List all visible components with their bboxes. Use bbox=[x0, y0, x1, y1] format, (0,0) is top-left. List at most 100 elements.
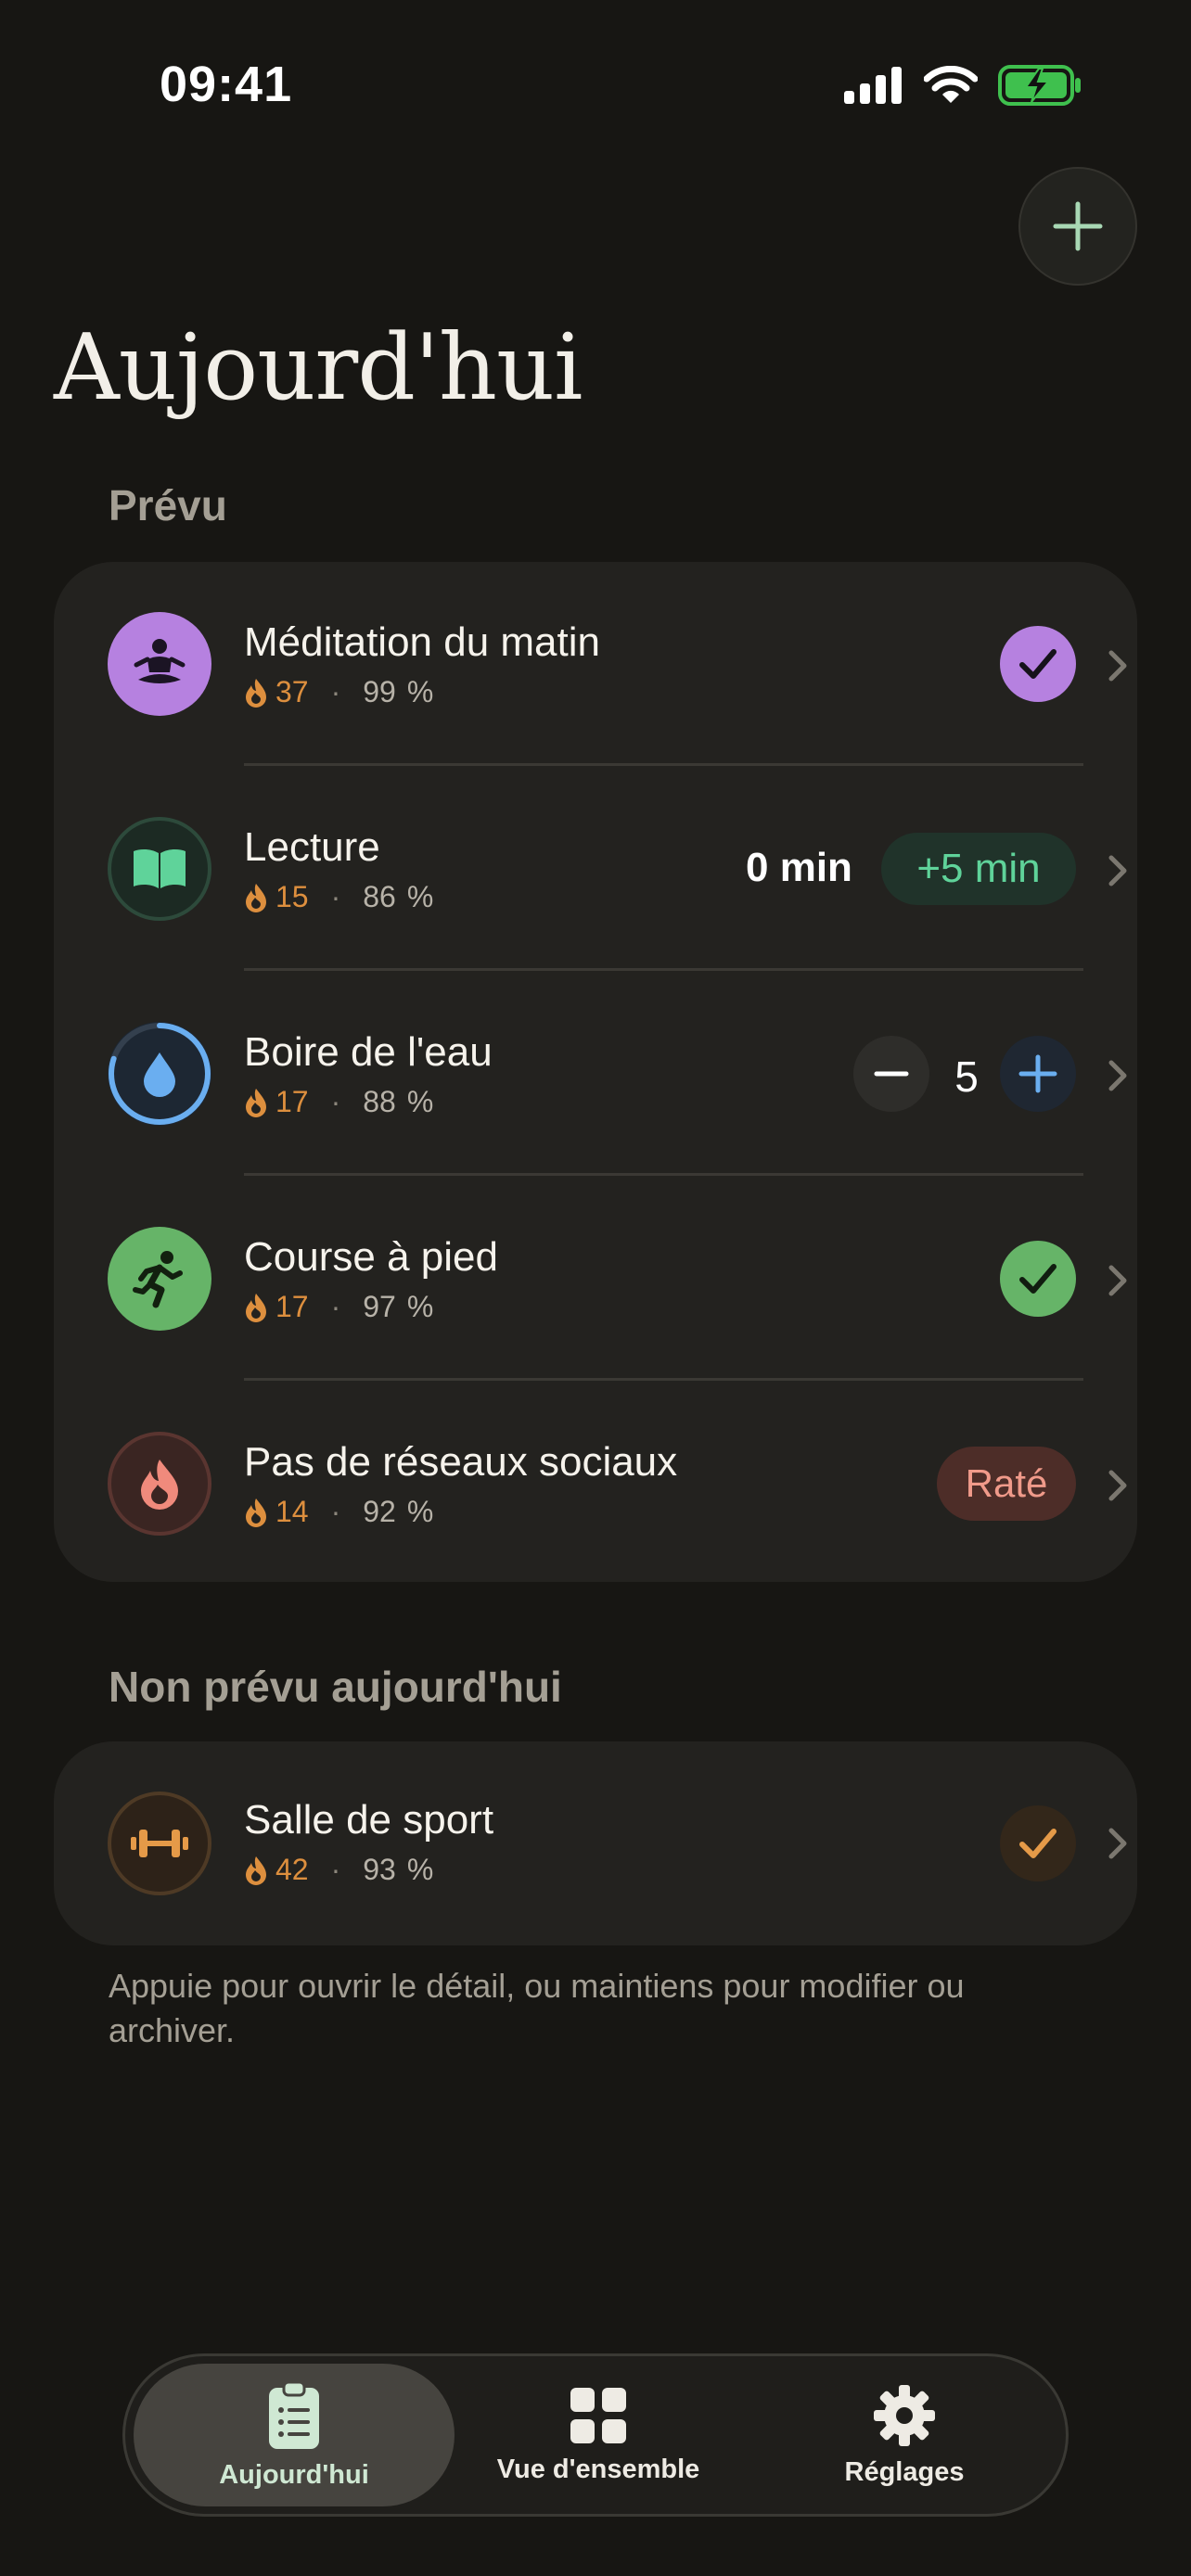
meta-separator: · bbox=[330, 675, 341, 708]
habit-name: Méditation du matin bbox=[244, 619, 600, 665]
habit-name: Pas de réseaux sociaux bbox=[244, 1439, 678, 1485]
success-rate: 88 bbox=[363, 1085, 396, 1118]
flame-small-icon bbox=[246, 1088, 266, 1117]
flame-icon bbox=[108, 1432, 211, 1536]
streak-count: 14 bbox=[275, 1495, 309, 1528]
streak-count: 17 bbox=[275, 1290, 309, 1323]
habit-name: Boire de l'eau bbox=[244, 1029, 493, 1075]
rate-unit: % bbox=[406, 1290, 434, 1323]
page-title: Aujourd'hui bbox=[54, 315, 583, 421]
chevron-right-icon bbox=[1108, 855, 1127, 886]
habit-meta: 14 · 92 % bbox=[244, 1495, 433, 1529]
streak-count: 37 bbox=[275, 675, 309, 708]
rate-unit: % bbox=[406, 675, 434, 708]
rate-unit: % bbox=[406, 1853, 434, 1886]
checkmark-icon bbox=[1019, 1829, 1057, 1858]
habit-meta: 42 · 93 % bbox=[244, 1853, 433, 1887]
habit-meta: 15 · 86 % bbox=[244, 880, 433, 914]
meta-separator: · bbox=[330, 1853, 341, 1886]
chevron-right-icon bbox=[1108, 1060, 1127, 1091]
habit-row-no-social-media[interactable]: Pas de réseaux sociaux 14 · 92 % Raté bbox=[54, 1382, 1137, 1587]
meditation-icon bbox=[108, 612, 211, 716]
habit-row-meditation[interactable]: Méditation du matin 37 · 99 % bbox=[54, 562, 1137, 767]
divider bbox=[244, 763, 1083, 766]
status-time: 09:41 bbox=[160, 57, 293, 112]
success-rate: 99 bbox=[363, 675, 396, 708]
cellular-signal-icon bbox=[844, 67, 902, 104]
planned-habits-card: Méditation du matin 37 · 99 % Lecture 15… bbox=[54, 562, 1137, 1582]
success-rate: 93 bbox=[363, 1853, 396, 1886]
book-icon bbox=[108, 817, 211, 921]
flame-small-icon bbox=[246, 1293, 266, 1322]
chevron-right-icon bbox=[1108, 650, 1127, 682]
meta-separator: · bbox=[330, 1085, 341, 1118]
success-rate: 86 bbox=[363, 880, 396, 913]
habit-meta: 37 · 99 % bbox=[244, 675, 433, 709]
section-title-unplanned: Non prévu aujourd'hui bbox=[109, 1663, 562, 1711]
running-icon bbox=[108, 1227, 211, 1331]
habit-row-reading[interactable]: Lecture 15 · 86 % 0 min +5 min bbox=[54, 767, 1137, 972]
gear-icon bbox=[874, 2384, 935, 2446]
tab-bar: Aujourd'hui Vue d'ensemble Réglages bbox=[122, 2353, 1069, 2517]
chevron-right-icon bbox=[1108, 1265, 1127, 1296]
tab-label: Réglages bbox=[844, 2456, 965, 2487]
section-title-planned: Prévu bbox=[109, 481, 227, 529]
habit-row-running[interactable]: Course à pied 17 · 97 % bbox=[54, 1177, 1137, 1382]
add-5-minutes-button[interactable]: +5 min bbox=[881, 833, 1076, 905]
plus-icon bbox=[1053, 201, 1103, 251]
flame-small-icon bbox=[246, 883, 266, 912]
increment-button[interactable] bbox=[1000, 1036, 1076, 1112]
tab-overview[interactable]: Vue d'ensemble bbox=[468, 2364, 728, 2506]
flame-small-icon bbox=[246, 1498, 266, 1527]
battery-charging-icon bbox=[998, 65, 1081, 106]
divider bbox=[244, 1173, 1083, 1176]
checkmark-icon bbox=[1019, 649, 1057, 679]
streak-count: 42 bbox=[275, 1853, 309, 1886]
missed-status-badge[interactable]: Raté bbox=[937, 1447, 1076, 1521]
counter-value: 5 bbox=[954, 1052, 979, 1101]
habit-name: Course à pied bbox=[244, 1234, 498, 1280]
habit-meta: 17 · 88 % bbox=[244, 1085, 433, 1119]
rate-unit: % bbox=[406, 1085, 434, 1118]
status-icons bbox=[844, 65, 1082, 106]
tab-label: Aujourd'hui bbox=[219, 2459, 369, 2490]
chevron-right-icon bbox=[1108, 1470, 1127, 1501]
success-rate: 92 bbox=[363, 1495, 396, 1528]
divider bbox=[244, 1378, 1083, 1381]
checkmark-icon bbox=[1019, 1264, 1057, 1294]
habit-row-water[interactable]: Boire de l'eau 17 · 88 % 5 bbox=[54, 972, 1137, 1177]
habit-name: Lecture bbox=[244, 824, 380, 870]
clipboard-list-icon bbox=[269, 2380, 319, 2449]
complete-toggle[interactable] bbox=[1000, 626, 1076, 702]
streak-count: 17 bbox=[275, 1085, 309, 1118]
rate-unit: % bbox=[406, 1495, 434, 1528]
water-drop-icon bbox=[108, 1022, 211, 1126]
decrement-button[interactable] bbox=[853, 1036, 929, 1112]
meta-separator: · bbox=[330, 1290, 341, 1323]
tab-label: Vue d'ensemble bbox=[496, 2454, 700, 2484]
rate-unit: % bbox=[406, 880, 434, 913]
meta-separator: · bbox=[330, 880, 341, 913]
minus-icon bbox=[874, 1071, 909, 1077]
habit-row-gym[interactable]: Salle de sport 42 · 93 % bbox=[54, 1741, 1137, 1946]
unplanned-habits-card: Salle de sport 42 · 93 % bbox=[54, 1741, 1137, 1945]
habit-meta: 17 · 97 % bbox=[244, 1290, 433, 1324]
plus-icon bbox=[1018, 1054, 1057, 1093]
tab-settings[interactable]: Réglages bbox=[775, 2364, 1034, 2506]
flame-small-icon bbox=[246, 1855, 266, 1885]
chevron-right-icon bbox=[1108, 1828, 1127, 1859]
meta-separator: · bbox=[330, 1495, 341, 1528]
wifi-icon bbox=[924, 66, 978, 103]
hint-text: Appuie pour ouvrir le détail, ou maintie… bbox=[109, 1967, 965, 2049]
grid-icon bbox=[570, 2387, 626, 2443]
add-habit-button[interactable] bbox=[1018, 167, 1137, 286]
dumbbell-icon bbox=[108, 1792, 211, 1895]
success-rate: 97 bbox=[363, 1290, 396, 1323]
status-bar: 09:41 bbox=[0, 0, 1191, 176]
tab-today[interactable]: Aujourd'hui bbox=[134, 2364, 455, 2506]
divider bbox=[244, 968, 1083, 971]
complete-toggle[interactable] bbox=[1000, 1241, 1076, 1317]
complete-toggle[interactable] bbox=[1000, 1805, 1076, 1881]
habit-name: Salle de sport bbox=[244, 1797, 494, 1843]
minutes-logged: 0 min bbox=[746, 845, 852, 890]
